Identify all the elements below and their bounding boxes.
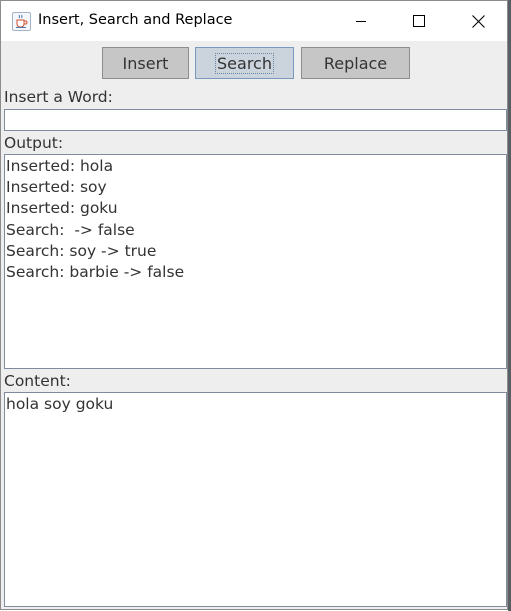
title-bar[interactable]: Insert, Search and Replace — [1, 1, 507, 41]
search-button[interactable]: Search — [195, 47, 294, 79]
content-line: hola soy goku — [6, 395, 114, 413]
window-title: Insert, Search and Replace — [38, 12, 233, 28]
output-line: Search: soy -> true — [6, 241, 157, 260]
content-label: Content: — [4, 372, 71, 390]
maximize-button[interactable] — [390, 1, 448, 41]
maximize-icon — [413, 15, 425, 27]
minimize-icon — [356, 21, 366, 22]
replace-button-label: Replace — [323, 53, 388, 73]
output-label: Output: — [4, 134, 64, 152]
output-line: Search: barbie -> false — [6, 263, 185, 282]
replace-button[interactable]: Replace — [301, 47, 410, 79]
insert-button-label: Insert — [122, 53, 169, 73]
minimize-button[interactable] — [332, 1, 390, 41]
content-text-area[interactable]: hola soy goku — [4, 392, 507, 607]
app-window: Insert, Search and Replace Insert Search… — [0, 0, 508, 610]
insert-word-label: Insert a Word: — [4, 88, 113, 106]
output-line: Inserted: soy — [6, 178, 107, 197]
close-icon — [471, 14, 485, 28]
output-text-area[interactable]: Inserted: hola Inserted: soy Inserted: g… — [4, 154, 507, 369]
close-button[interactable] — [449, 1, 507, 41]
output-line: Search: -> false — [6, 220, 135, 239]
output-line: Inserted: goku — [6, 199, 118, 218]
java-cup-icon — [12, 12, 31, 31]
insert-button[interactable]: Insert — [102, 47, 189, 79]
search-button-label: Search — [215, 52, 274, 74]
output-line: Inserted: hola — [6, 157, 114, 175]
word-input[interactable] — [4, 109, 507, 131]
